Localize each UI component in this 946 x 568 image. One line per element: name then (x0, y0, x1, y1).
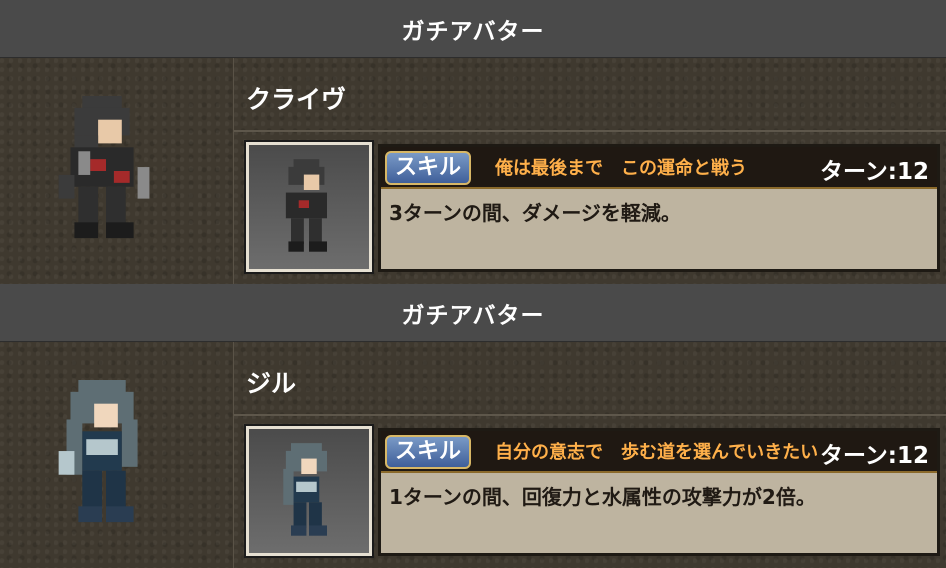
skill-header: スキル 自分の意志で 歩む道を選んでいきたい ターン:12 (381, 431, 937, 473)
character-portrait (244, 424, 374, 558)
skill-description: 3ターンの間、ダメージを軽減。 (389, 201, 681, 225)
section-header: ガチアバター (0, 284, 946, 342)
skill-card: スキル 自分の意志で 歩む道を選んでいきたい ターン:12 1ターンの間、回復力… (244, 424, 940, 558)
skill-badge: スキル (385, 151, 472, 185)
info-cell: ジル スキル 自分の意志で 歩む道を選んでいきたい ターン:12 1ターンの間、… (234, 342, 946, 568)
skill-turn-count: ターン:12 (819, 443, 929, 469)
info-cell: クライヴ スキル 俺は最後まで この運命と戦う ターン:12 3ターンの間、ダメ… (234, 58, 946, 284)
skill-name: 俺は最後まで この運命と戦う (495, 158, 747, 179)
skill-card: スキル 俺は最後まで この運命と戦う ターン:12 3ターンの間、ダメージを軽減… (244, 140, 940, 274)
sprite-cell (0, 342, 234, 568)
character-portrait (244, 140, 374, 274)
section-header: ガチアバター (0, 0, 946, 58)
skill-header: スキル 俺は最後まで この運命と戦う ターン:12 (381, 147, 937, 189)
character-name: ジル (246, 369, 297, 398)
skill-box: スキル 俺は最後まで この運命と戦う ターン:12 3ターンの間、ダメージを軽減… (378, 144, 940, 272)
avatar-row: ジル スキル 自分の意志で 歩む道を選んでいきたい ターン:12 1ターンの間、… (0, 342, 946, 568)
clive-portrait-sprite (285, 159, 327, 252)
skill-name: 自分の意志で 歩む道を選んでいきたい (495, 442, 819, 463)
skill-box: スキル 自分の意志で 歩む道を選んでいきたい ターン:12 1ターンの間、回復力… (378, 428, 940, 556)
avatar-entry-clive: ガチアバター クライヴ スキル 俺は最後まで この運命と戦う ターン:12 3タ… (0, 0, 946, 284)
skill-description: 1ターンの間、回復力と水属性の攻撃力が2倍。 (389, 485, 816, 509)
skill-turn-count: ターン:12 (819, 159, 929, 185)
avatar-entry-jill: ガチアバター ジル スキル 自分の意志で 歩む道を選んでいきたい ターン:12 … (0, 284, 946, 568)
divider (234, 130, 946, 132)
sprite-cell (0, 58, 234, 284)
jill-portrait-sprite (283, 443, 327, 536)
divider (234, 414, 946, 416)
clive-sprite-image (58, 96, 150, 239)
skill-badge: スキル (385, 435, 472, 469)
character-name: クライヴ (246, 85, 347, 114)
avatar-row: クライヴ スキル 俺は最後まで この運命と戦う ターン:12 3ターンの間、ダメ… (0, 58, 946, 284)
jill-sprite-image (58, 380, 138, 523)
